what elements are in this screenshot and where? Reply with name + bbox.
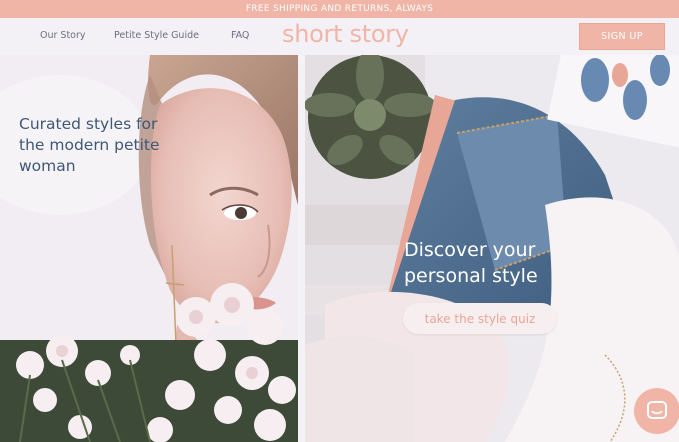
nav-link-our-story[interactable]: Our Story <box>40 30 86 41</box>
panel-divider <box>298 55 305 442</box>
chat-launcher-button[interactable] <box>634 388 679 434</box>
chat-icon <box>646 400 668 422</box>
brand-logo[interactable]: short story <box>282 20 409 48</box>
hero-headline-discover: Discover your personal style <box>404 239 538 287</box>
nav-link-faq[interactable]: FAQ <box>231 30 249 41</box>
top-navigation: Our Story Petite Style Guide FAQ short s… <box>0 18 679 55</box>
promo-banner: FREE SHIPPING AND RETURNS, ALWAYS <box>0 0 679 18</box>
promo-text: FREE SHIPPING AND RETURNS, ALWAYS <box>245 4 434 14</box>
nav-link-petite-style-guide[interactable]: Petite Style Guide <box>114 30 199 41</box>
hero-headline-curated: Curated styles for the modern petite wom… <box>19 115 160 175</box>
style-quiz-button[interactable]: take the style quiz <box>403 303 557 334</box>
sign-up-label: SIGN UP <box>601 31 643 42</box>
style-quiz-label: take the style quiz <box>424 311 536 326</box>
sign-up-button[interactable]: SIGN UP <box>579 23 665 50</box>
